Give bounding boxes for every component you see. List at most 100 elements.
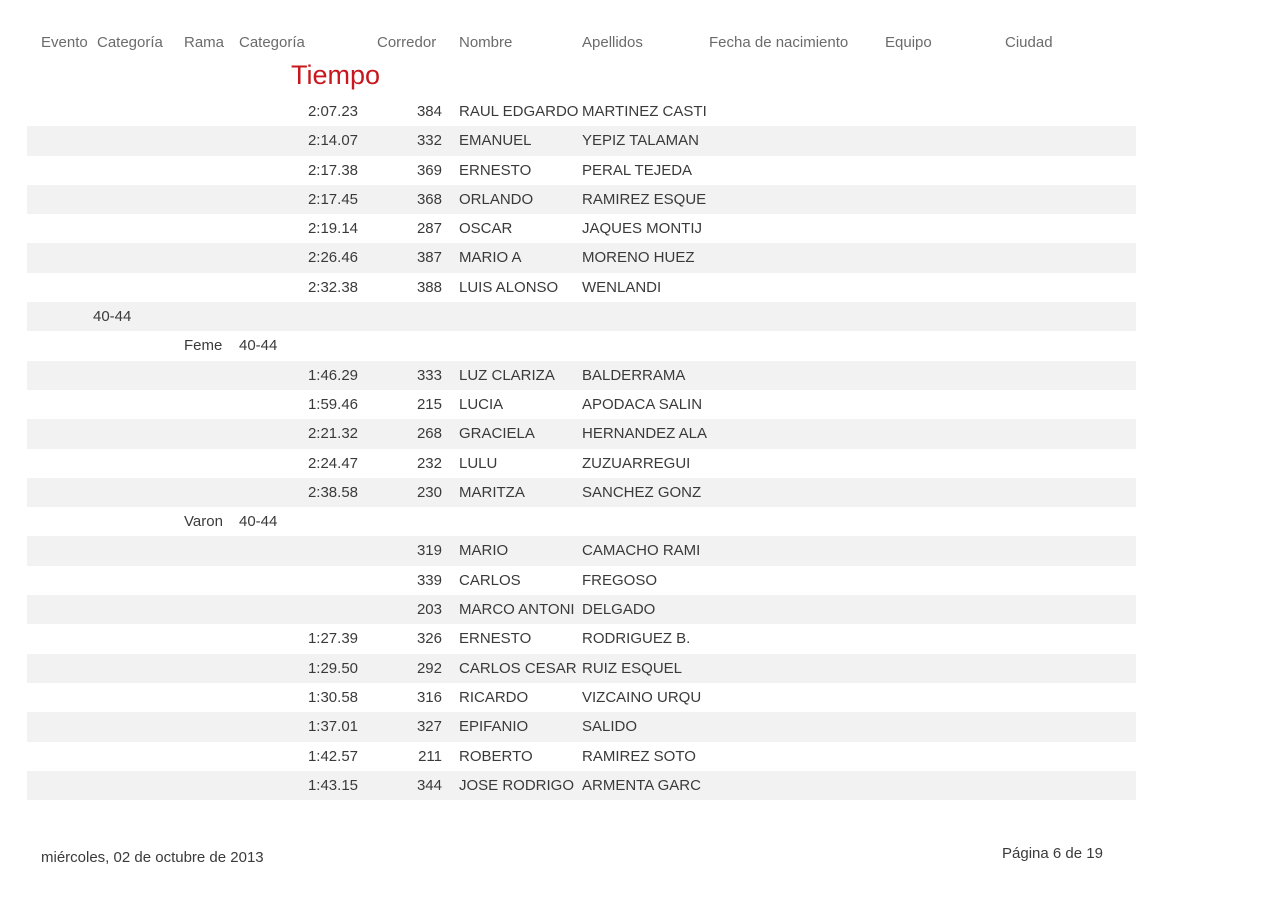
row-tiempo: 2:24.47 — [307, 454, 358, 472]
row-apellidos: MARTINEZ CASTI — [582, 103, 707, 120]
table-row: 2:32.38 388 LUIS ALONSO WENLANDI — [27, 273, 1136, 302]
row-corredor: 268 — [416, 425, 442, 443]
row-corredor: 287 — [416, 220, 442, 238]
table-row: Feme 40-44 — [27, 331, 1136, 360]
table-row: 1:59.46 215 LUCIA APODACA SALIN — [27, 390, 1136, 419]
table-row: 1:46.29 333 LUZ CLARIZA BALDERRAMA — [27, 360, 1136, 390]
row-corredor: 388 — [416, 278, 442, 296]
row-apellidos: APODACA SALIN — [582, 395, 703, 413]
row-nombre: MARIO A — [459, 249, 522, 267]
table-row: 2:14.07 332 EMANUEL YEPIZ TALAMAN — [27, 126, 1136, 156]
tiempo-heading: Tiempo — [291, 60, 381, 90]
row-tiempo: 2:07.23 — [307, 103, 358, 120]
table-row: 2:07.23 384 RAUL EDGARDO MARTINEZ CASTI — [27, 97, 1136, 126]
row-nombre: ERNESTO — [459, 161, 532, 179]
table-row: 1:42.57 211 ROBERTO RAMIREZ SOTO — [27, 742, 1136, 771]
header-apellidos: Apellidos — [582, 34, 643, 51]
row-corredor: 339 — [416, 571, 442, 589]
row-corredor: 387 — [416, 249, 442, 267]
row-apellidos: RAMIREZ SOTO — [582, 747, 696, 765]
row-corredor: 215 — [416, 395, 442, 413]
row-tiempo: 1:30.58 — [307, 688, 358, 706]
table-row: 40-44 — [27, 302, 1136, 332]
row-nombre: EMANUEL — [459, 132, 532, 150]
row-nombre: CARLOS — [459, 571, 521, 589]
footer-date: miércoles, 02 de octubre de 2013 — [41, 849, 264, 866]
table-row: 1:43.15 344 JOSE RODRIGO ARMENTA GARC — [27, 770, 1136, 801]
row-tiempo: 1:42.57 — [307, 747, 358, 765]
row-nombre: MARITZA — [459, 483, 525, 501]
row-tiempo: 2:26.46 — [307, 249, 358, 267]
row-corredor: 232 — [416, 454, 442, 472]
header-ciudad: Ciudad — [1005, 34, 1053, 51]
results-table: 2:07.23 384 RAUL EDGARDO MARTINEZ CASTI 2:14… — [27, 97, 1136, 801]
table-row: 339 CARLOS FREGOSO — [27, 566, 1136, 595]
row-nombre: RAUL EDGARDO — [459, 103, 579, 120]
row-corredor: 369 — [416, 161, 442, 179]
row-nombre: RICARDO — [459, 688, 529, 706]
row-nombre: OSCAR — [459, 220, 513, 238]
row-nombre: MARCO ANTONI — [459, 601, 575, 619]
row-tiempo: 1:37.01 — [307, 718, 358, 736]
row-nombre: LUIS ALONSO — [459, 278, 559, 296]
row-corredor: 203 — [416, 601, 442, 619]
table-row: 1:29.50 292 CARLOS CESAR RUIZ ESQUEL — [27, 653, 1136, 683]
row-corredor: 332 — [416, 132, 442, 150]
page-number: Página 6 de 19 — [1002, 845, 1103, 862]
row-tiempo: 2:38.58 — [307, 483, 358, 501]
row-tiempo: 1:27.39 — [307, 630, 358, 648]
table-row: 2:21.32 268 GRACIELA HERNANDEZ ALA — [27, 419, 1136, 449]
row-nombre: GRACIELA — [459, 425, 535, 443]
table-row: 203 MARCO ANTONI DELGADO — [27, 595, 1136, 625]
header-evento: Evento — [41, 34, 88, 51]
row-corredor: 292 — [416, 659, 442, 677]
row-tiempo: 1:46.29 — [307, 366, 358, 384]
row-apellidos: PERAL TEJEDA — [582, 161, 693, 179]
table-row: 2:17.45 368 ORLANDO RAMIREZ ESQUE — [27, 184, 1136, 215]
row-apellidos: WENLANDI — [582, 278, 662, 296]
row-tiempo: 2:19.14 — [307, 220, 358, 238]
row-corredor: 327 — [416, 718, 442, 736]
table-row: 1:30.58 316 RICARDO VIZCAINO URQU — [27, 683, 1136, 712]
table-row: 2:19.14 287 OSCAR JAQUES MONTIJ — [27, 214, 1136, 243]
row-nombre: ERNESTO — [459, 630, 532, 648]
row-corredor: 326 — [416, 630, 442, 648]
table-row: 1:27.39 326 ERNESTO RODRIGUEZ B. — [27, 624, 1136, 653]
table-row: 2:24.47 232 LULU ZUZUARREGUI — [27, 449, 1136, 478]
row-apellidos: RODRIGUEZ B. — [582, 630, 691, 648]
row-apellidos: YEPIZ TALAMAN — [582, 132, 699, 150]
row-apellidos: ZUZUARREGUI — [582, 454, 691, 472]
table-row: Varon 40-44 — [27, 507, 1136, 536]
header-categoria-2: Categoría — [239, 34, 305, 51]
row-corredor: 384 — [416, 103, 442, 120]
row-corredor: 319 — [416, 542, 442, 560]
row-corredor: 316 — [416, 688, 442, 706]
row-apellidos: SALIDO — [582, 718, 638, 736]
row-nombre: LULU — [459, 454, 498, 472]
header-rama: Rama — [184, 34, 225, 51]
row-apellidos: VIZCAINO URQU — [582, 688, 702, 706]
row-nombre: LUZ CLARIZA — [459, 366, 555, 384]
row-apellidos: RAMIREZ ESQUE — [582, 190, 707, 208]
table-row: 2:26.46 387 MARIO A MORENO HUEZ — [27, 243, 1136, 273]
row-tiempo: 2:14.07 — [307, 132, 358, 150]
row-corredor: 344 — [416, 776, 442, 794]
row-apellidos: FREGOSO — [582, 571, 658, 589]
row-nombre: MARIO — [459, 542, 509, 560]
row-apellidos: ARMENTA GARC — [582, 776, 701, 794]
row-tiempo: 1:59.46 — [307, 395, 358, 413]
row-apellidos: RUIZ ESQUEL — [582, 659, 683, 677]
row-nombre: EPIFANIO — [459, 718, 529, 736]
header-nombre: Nombre — [459, 34, 513, 51]
row-tiempo: 2:17.45 — [307, 190, 358, 208]
row-apellidos: BALDERRAMA — [582, 366, 686, 384]
header-categoria: Categoría — [97, 34, 163, 51]
row-categoria-2: 40-44 — [239, 513, 278, 531]
header-fecha-nacimiento: Fecha de nacimiento — [709, 34, 849, 51]
row-tiempo: 1:29.50 — [307, 659, 358, 677]
row-apellidos: DELGADO — [582, 601, 656, 619]
row-corredor: 368 — [416, 190, 442, 208]
row-apellidos: CAMACHO RAMI — [582, 542, 701, 560]
row-apellidos: HERNANDEZ ALA — [582, 425, 708, 443]
table-row: 2:38.58 230 MARITZA SANCHEZ GONZ — [27, 477, 1136, 508]
